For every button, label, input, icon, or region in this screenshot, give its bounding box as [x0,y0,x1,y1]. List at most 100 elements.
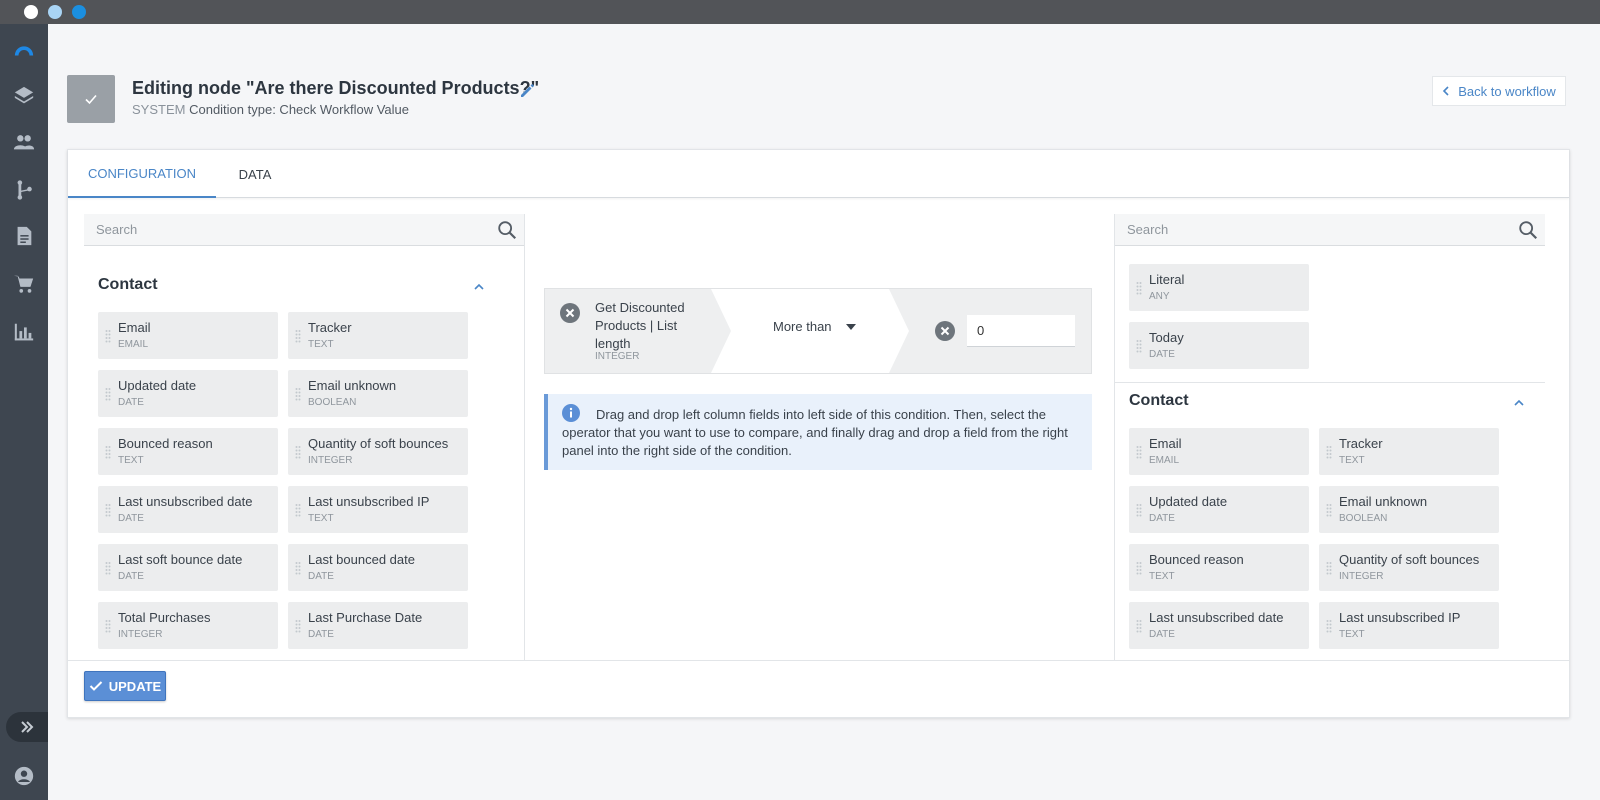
left-nav [0,24,48,800]
search-icon[interactable] [1517,219,1539,241]
tab-data[interactable]: DATA [216,150,294,198]
caret-down-icon [845,323,856,330]
field-type: DATE [118,397,144,408]
back-to-workflow-button[interactable]: Back to workflow [1432,76,1566,106]
drag-handle-icon [1136,446,1142,459]
field-item[interactable]: Last bounced date DATE [288,544,468,591]
field-item[interactable]: Email EMAIL [1129,428,1309,475]
search-icon[interactable] [496,219,518,241]
field-item[interactable]: Tracker TEXT [288,312,468,359]
drag-handle-icon [295,620,301,633]
drag-handle-icon [105,388,111,401]
reports-icon[interactable] [12,320,36,344]
field-item[interactable]: Bounced reason TEXT [1129,544,1309,591]
left-search-input[interactable] [84,214,464,244]
check-icon [89,681,102,691]
field-name: Email unknown [308,378,397,393]
chevron-up-icon[interactable] [1512,396,1526,410]
field-item[interactable]: Today DATE [1129,322,1309,369]
right-search-input[interactable] [1115,214,1495,244]
drag-handle-icon [1136,620,1142,633]
drag-handle-icon [1136,282,1142,295]
field-type: TEXT [118,455,144,466]
field-item[interactable]: Email EMAIL [98,312,278,359]
field-item[interactable]: Tracker TEXT [1319,428,1499,475]
operator-label: More than [773,319,832,334]
field-name: Bounced reason [1149,552,1244,567]
field-type: TEXT [1339,629,1365,640]
field-type: TEXT [308,339,334,350]
right-section-title: Contact [1129,392,1189,409]
field-name: Last unsubscribed IP [1339,610,1461,625]
tab-configuration-label: CONFIGURATION [87,165,197,181]
layers-icon[interactable] [12,84,36,108]
field-type: BOOLEAN [1339,513,1388,524]
field-type: INTEGER [308,455,353,466]
window-maximize-button[interactable] [72,5,86,19]
field-item[interactable]: Quantity of soft bounces INTEGER [1319,544,1499,591]
remove-left-operand-icon[interactable] [560,303,580,323]
field-item[interactable]: Last Purchase Date DATE [288,602,468,649]
page-title: Editing node "Are there Discounted Produ… [132,78,540,98]
field-item[interactable]: Last unsubscribed IP TEXT [288,486,468,533]
field-name: Quantity of soft bounces [308,436,449,451]
field-item[interactable]: Total Purchases INTEGER [98,602,278,649]
field-type: DATE [1149,629,1175,640]
operator-select[interactable]: More than [773,319,856,334]
window-minimize-button[interactable] [48,5,62,19]
window-close-button[interactable] [24,5,38,19]
drag-handle-icon [105,446,111,459]
field-name: Today [1149,330,1184,345]
field-item[interactable]: Updated date DATE [1129,486,1309,533]
workflow-icon[interactable] [12,178,36,202]
field-item[interactable]: Last unsubscribed IP TEXT [1319,602,1499,649]
field-item[interactable]: Email unknown BOOLEAN [1319,486,1499,533]
left-section-title: Contact [98,276,158,293]
field-type: DATE [118,571,144,582]
contacts-icon[interactable] [12,130,36,154]
node-type-icon [67,75,115,123]
field-name: Email unknown [1339,494,1428,509]
logo-icon[interactable] [12,38,36,62]
field-name: Literal [1149,272,1185,287]
condition-value-input[interactable] [967,315,1075,347]
field-name: Tracker [308,320,352,335]
condition-left-field-name: Get Discounted Products | List length [595,300,685,351]
drag-handle-icon [1136,562,1142,575]
field-item[interactable]: Last unsubscribed date DATE [98,486,278,533]
field-type: DATE [1149,349,1175,360]
chevron-left-icon [1443,86,1449,96]
tab-bar: CONFIGURATION DATA [68,150,1569,198]
tab-configuration[interactable]: CONFIGURATION [68,150,216,198]
remove-right-operand-icon[interactable] [935,321,955,341]
field-item[interactable]: Last soft bounce date DATE [98,544,278,591]
update-button[interactable]: UPDATE [84,671,166,701]
cart-icon[interactable] [12,272,36,296]
window-titlebar [0,0,1600,24]
field-item[interactable]: Literal ANY [1129,264,1309,311]
field-name: Updated date [118,378,197,393]
field-name: Bounced reason [118,436,213,451]
condition-builder: Get Discounted Products | List length IN… [544,288,1092,374]
page-subtitle: SYSTEM Condition type: Check Workflow Va… [132,102,409,117]
field-item[interactable]: Quantity of soft bounces INTEGER [288,428,468,475]
right-section-divider [1115,382,1545,383]
field-name: Email [1149,436,1182,451]
field-name: Last unsubscribed date [1149,610,1284,625]
right-panel-divider [1114,214,1115,660]
user-avatar-button[interactable] [0,752,48,800]
drag-handle-icon [295,504,301,517]
document-icon[interactable] [12,224,36,248]
field-name: Tracker [1339,436,1383,451]
editor-card: CONFIGURATION DATA Contact Email EMAIL T… [67,149,1570,718]
edit-title-button[interactable] [518,82,536,100]
field-name: Last Purchase Date [308,610,423,625]
field-item[interactable]: Email unknown BOOLEAN [288,370,468,417]
info-message: Drag and drop left column fields into le… [544,394,1092,470]
double-chevron-right-icon [21,721,34,733]
nav-expand-button[interactable] [6,712,48,742]
field-item[interactable]: Updated date DATE [98,370,278,417]
chevron-up-icon[interactable] [472,280,486,294]
field-item[interactable]: Bounced reason TEXT [98,428,278,475]
field-item[interactable]: Last unsubscribed date DATE [1129,602,1309,649]
